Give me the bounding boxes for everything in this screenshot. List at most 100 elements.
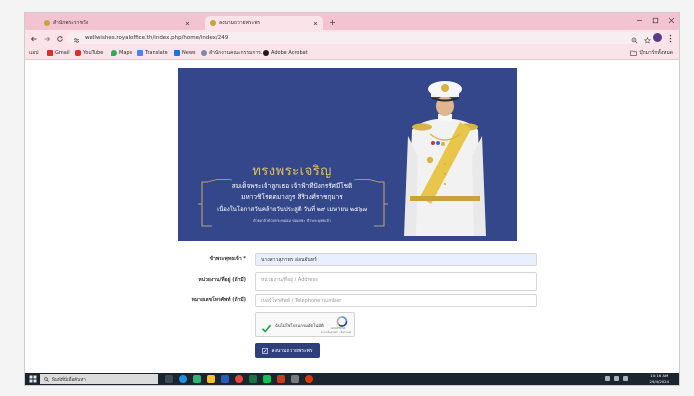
address-bar[interactable]: wellwishes.royaloffice.th/index.php/home… <box>67 32 657 44</box>
profile-avatar[interactable] <box>653 33 662 42</box>
bookmark-gmail[interactable]: Gmail <box>47 49 70 57</box>
banner-line-3: เนื่องในโอกาสวันคล้ายวันประสูติ วันที่ ๒… <box>217 206 367 213</box>
browser-toolbar: wellwishes.royaloffice.th/index.php/home… <box>25 30 679 46</box>
store-icon[interactable] <box>193 375 201 383</box>
language-icon[interactable] <box>623 376 628 381</box>
gmail-icon <box>47 50 53 56</box>
edit-icon <box>262 347 269 354</box>
excel-icon[interactable] <box>249 375 257 383</box>
favicon-icon <box>210 20 216 26</box>
close-tab-icon[interactable] <box>185 21 190 26</box>
bookmark-translate[interactable]: Translate <box>137 49 168 57</box>
back-arrow-icon[interactable] <box>29 34 38 43</box>
screen: สำนักพระราชวัง ลงนามถวายพระพร wellwishes… <box>0 0 694 396</box>
zoom-icon[interactable] <box>631 29 638 48</box>
bookmarks-bar: แอป Gmail YouTube Maps Translate News สำ… <box>25 46 679 60</box>
volume-icon[interactable] <box>614 376 619 381</box>
minimize-icon[interactable] <box>635 16 643 24</box>
bookmark-office[interactable]: สำนักงานคณะกรรมการ... <box>201 49 266 57</box>
windows-taskbar: พิมพ์ที่นี่เพื่อค้นหา 10:16 AM 29/4/2024 <box>25 373 679 385</box>
forward-arrow-icon[interactable] <box>42 34 51 43</box>
recaptcha-logo-icon <box>336 316 348 327</box>
maps-icon <box>111 50 117 56</box>
chrome-icon[interactable] <box>235 375 243 383</box>
bookmark-maps[interactable]: Maps <box>111 49 132 57</box>
network-icon[interactable] <box>605 376 610 381</box>
bookmark-label: Translate <box>145 50 168 56</box>
browser-menu-icon[interactable] <box>667 33 673 43</box>
taskbar-clock[interactable]: 10:16 AM 29/4/2024 <box>650 373 669 384</box>
system-tray <box>605 376 628 381</box>
tab-title: สำนักพระราชวัง <box>53 20 89 26</box>
bookmark-label: Adobe Acrobat <box>271 50 308 56</box>
powerpoint-icon[interactable] <box>277 375 285 383</box>
url-text[interactable]: wellwishes.royaloffice.th/index.php/home… <box>85 35 228 41</box>
submit-label: ลงนามถวายพระพร <box>271 347 313 354</box>
line-icon[interactable] <box>263 375 271 383</box>
favicon-icon <box>44 20 50 26</box>
banner-image: ทรงพระเจริญ สมเด็จพระเจ้าลูกเธอ เจ้าฟ้าท… <box>178 68 517 241</box>
news-icon <box>174 50 180 56</box>
bookmark-apps[interactable]: แอป <box>29 49 38 57</box>
recaptcha-label: ฉันไม่ใช่โปรแกรมอัตโนมัติ <box>275 323 324 328</box>
recaptcha-checkbox[interactable] <box>261 319 272 338</box>
name-input[interactable] <box>255 253 537 266</box>
translate-icon <box>137 50 143 56</box>
taskbar-search[interactable]: พิมพ์ที่นี่เพื่อค้นหา <box>40 374 158 384</box>
tab-bar: สำนักพระราชวัง ลงนามถวายพระพร <box>25 13 679 30</box>
bookmark-label: Maps <box>119 50 133 56</box>
taskbar-search-placeholder: พิมพ์ที่นี่เพื่อค้นหา <box>52 377 86 383</box>
close-window-icon[interactable] <box>667 16 675 24</box>
bookmark-label: News <box>182 50 196 56</box>
tab-title: ลงนามถวายพระพร <box>219 20 261 26</box>
globe-icon <box>201 50 207 56</box>
folder-icon <box>630 50 638 56</box>
plus-icon <box>330 20 335 25</box>
maximize-icon[interactable] <box>651 16 659 24</box>
app-icon[interactable] <box>291 375 299 383</box>
bookmark-label: แอป <box>29 50 39 56</box>
edge-icon[interactable] <box>179 375 187 383</box>
phone-label: หมายเลขโทรศัพท์ (ถ้ามี) <box>191 297 246 303</box>
name-label: ข้าพระพุทธเจ้า * <box>209 256 246 262</box>
site-settings-icon[interactable] <box>73 29 80 48</box>
all-bookmarks-button[interactable]: บุ๊กมาร์กทั้งหมด <box>630 49 673 57</box>
bookmark-star-icon[interactable] <box>643 29 652 48</box>
browser-window: สำนักพระราชวัง ลงนามถวายพระพร wellwishes… <box>24 12 680 386</box>
tab-active[interactable]: ลงนามถวายพระพร <box>205 16 323 30</box>
recaptcha-brand: reCAPTCHA <box>330 327 346 330</box>
phone-input[interactable] <box>255 294 537 307</box>
banner-title: ทรงพระเจริญ <box>252 164 332 179</box>
recaptcha-widget: ฉันไม่ใช่โปรแกรมอัตโนมัติ reCAPTCHA ความ… <box>255 312 355 337</box>
page-content: ทรงพระเจริญ สมเด็จพระเจ้าลูกเธอ เจ้าฟ้าท… <box>25 60 679 373</box>
bookmark-youtube[interactable]: YouTube <box>75 49 103 57</box>
clock-time: 10:16 AM <box>650 373 669 378</box>
royal-portrait <box>404 81 486 236</box>
youtube-icon <box>75 50 81 56</box>
tab-inactive[interactable]: สำนักพระราชวัง <box>39 16 195 30</box>
bookmark-acrobat[interactable]: Adobe Acrobat <box>263 49 308 57</box>
media-icon[interactable] <box>305 375 313 383</box>
bookmark-news[interactable]: News <box>174 49 196 57</box>
sign-wellwish-button[interactable]: ลงนามถวายพระพร <box>255 343 320 358</box>
bookmark-label: YouTube <box>83 50 104 56</box>
file-explorer-icon[interactable] <box>207 375 215 383</box>
close-tab-icon[interactable] <box>313 21 318 26</box>
bookmark-label: Gmail <box>55 50 70 56</box>
all-bookmarks-label: บุ๊กมาร์กทั้งหมด <box>639 50 673 56</box>
banner-footnote: ด้วยเกล้าด้วยกระหม่อม ขอเดชะ ข้าพระพุทธเ… <box>253 218 331 223</box>
acrobat-icon <box>263 50 269 56</box>
address-textarea[interactable] <box>255 272 537 291</box>
windows-start-icon[interactable] <box>29 375 37 383</box>
window-controls <box>635 16 675 24</box>
banner-line-2: มหาวชิโรตตมางกูร สิริวงศ์ราชกุมาร <box>241 193 343 201</box>
new-tab-button[interactable] <box>328 18 337 27</box>
word-icon[interactable] <box>221 375 229 383</box>
bookmark-label: สำนักงานคณะกรรมการ... <box>209 50 266 56</box>
address-label: หน่วยงาน/ที่อยู่ (ถ้ามี) <box>198 277 246 283</box>
search-icon <box>44 376 49 382</box>
task-view-icon[interactable] <box>165 375 173 383</box>
checkmark-icon <box>261 324 272 333</box>
recaptcha-terms-link[interactable]: ความเป็นส่วนตัว - ข้อกำหนด <box>318 331 354 335</box>
reload-icon[interactable] <box>55 34 64 43</box>
